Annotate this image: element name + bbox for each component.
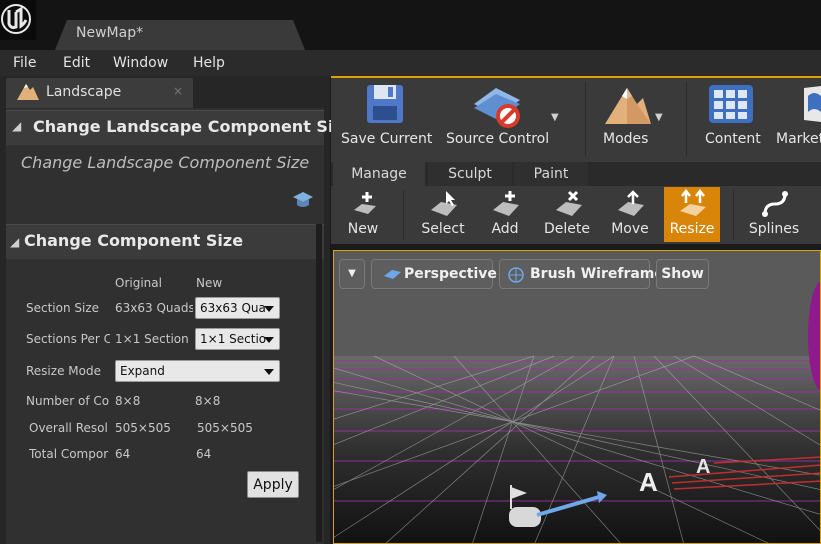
tab-sculpt[interactable]: Sculpt: [428, 162, 512, 186]
add-component-icon[interactable]: [492, 190, 520, 222]
group-title: Change Component Size: [24, 231, 244, 250]
document-tab-label: NewMap*: [76, 25, 144, 41]
marketplace-icon[interactable]: [798, 82, 821, 130]
unreal-logo-icon[interactable]: [0, 0, 36, 40]
menu-help[interactable]: Help: [193, 55, 225, 71]
panel-scrollbar[interactable]: [316, 224, 322, 542]
perspective-label: Perspective: [404, 266, 497, 282]
source-control-button[interactable]: Source Control: [446, 131, 549, 147]
tool-select[interactable]: Select: [413, 221, 473, 237]
chevron-down-icon[interactable]: ▼: [655, 112, 663, 123]
row-new: 64: [196, 447, 212, 461]
row-original: 1×1 Section: [115, 332, 189, 346]
move-component-icon[interactable]: [617, 190, 645, 222]
row-original: 63x63 Quads: [115, 301, 193, 315]
menu-window[interactable]: Window: [113, 55, 168, 71]
level-viewport[interactable]: A A: [333, 250, 821, 544]
row-original: 64: [115, 447, 131, 461]
row-label: Resize Mode: [26, 364, 101, 378]
menu-file[interactable]: File: [13, 55, 36, 71]
splines-icon[interactable]: [761, 190, 789, 222]
sections-per-component-dropdown[interactable]: 1×1 Sectio: [195, 328, 280, 350]
chevron-down-icon: [264, 337, 274, 343]
row-new: 8×8: [195, 394, 221, 408]
tool-resize[interactable]: Resize: [662, 221, 722, 237]
landscape-tab-label: Landscape: [46, 84, 122, 100]
tool-add[interactable]: Add: [475, 221, 535, 237]
tool-move[interactable]: Move: [600, 221, 660, 237]
tool-splines[interactable]: Splines: [744, 221, 804, 237]
delete-component-icon[interactable]: [555, 190, 583, 222]
svg-text:A: A: [639, 467, 658, 497]
collapse-icon[interactable]: ◢: [12, 119, 21, 133]
resize-component-icon[interactable]: [679, 188, 707, 221]
tab-paint[interactable]: Paint: [514, 162, 588, 186]
row-label: Section Size: [26, 301, 100, 315]
save-current-button[interactable]: Save Current: [341, 131, 432, 147]
viewport-options-dropdown[interactable]: ▼: [339, 259, 365, 289]
dropdown-value: 63x63 Qua: [200, 301, 266, 315]
landscape-mountain-icon: [16, 81, 40, 105]
resize-mode-dropdown[interactable]: Expand: [115, 360, 280, 382]
tool-description: Change Landscape Component Size: [21, 153, 310, 172]
tab-manage[interactable]: Manage: [333, 162, 425, 186]
row-label: Sections Per C: [26, 332, 110, 346]
section-size-dropdown[interactable]: 63x63 Qua: [195, 297, 280, 319]
row-label: Overall Resol: [29, 421, 108, 435]
help-cap-icon[interactable]: [292, 190, 314, 214]
perspective-cube-icon: [384, 270, 401, 279]
row-label: Total Compor: [29, 447, 109, 461]
wireframe-label: Brush Wireframe: [530, 266, 664, 282]
source-control-icon[interactable]: [470, 82, 526, 134]
wireframe-sphere-icon: [508, 267, 524, 283]
new-landscape-icon[interactable]: [352, 190, 378, 220]
wireframe-landscape: A A: [334, 251, 820, 543]
chevron-down-icon: [264, 369, 274, 375]
chevron-down-icon: [264, 306, 274, 312]
section-title: Change Landscape Component Size: [33, 117, 354, 136]
show-button[interactable]: Show: [656, 259, 709, 289]
toolbar-separator: [686, 82, 687, 156]
toolbar-separator: [733, 190, 734, 240]
row-original: 505×505: [115, 421, 171, 435]
row-original: 8×8: [115, 394, 141, 408]
select-cursor-icon[interactable]: [430, 190, 458, 222]
apply-button[interactable]: Apply: [247, 471, 299, 498]
menu-edit[interactable]: Edit: [63, 55, 90, 71]
toolbar-separator: [585, 82, 586, 156]
modes-mountain-icon[interactable]: [603, 84, 653, 132]
tool-delete[interactable]: Delete: [537, 221, 597, 237]
marketplace-button[interactable]: Market: [776, 131, 821, 147]
content-grid-icon[interactable]: [708, 84, 754, 128]
dropdown-value: Expand: [120, 364, 165, 378]
view-mode-button[interactable]: Brush Wireframe: [499, 259, 664, 289]
close-icon[interactable]: ×: [173, 84, 183, 98]
row-label: Number of Cor: [26, 394, 110, 408]
row-new: 505×505: [197, 421, 253, 435]
modes-button[interactable]: Modes: [603, 131, 648, 147]
content-button[interactable]: Content: [705, 131, 761, 147]
toolbar-separator: [403, 190, 404, 240]
column-original: Original: [115, 276, 162, 290]
tool-new[interactable]: New: [333, 221, 393, 237]
save-disk-icon[interactable]: [364, 82, 406, 130]
perspective-button[interactable]: Perspective: [371, 259, 497, 289]
column-new: New: [196, 276, 223, 290]
dropdown-value: 1×1 Sectio: [200, 332, 267, 346]
collapse-icon[interactable]: ◢: [10, 235, 19, 249]
chevron-down-icon[interactable]: ▼: [551, 112, 559, 123]
